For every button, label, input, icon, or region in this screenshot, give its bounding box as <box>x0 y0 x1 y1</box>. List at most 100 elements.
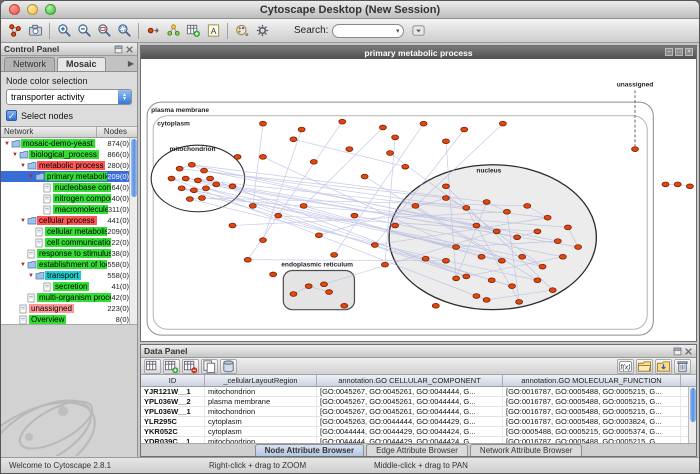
network-node[interactable] <box>662 182 669 187</box>
search-field[interactable]: ▾ <box>332 24 404 38</box>
close-panel-icon[interactable] <box>125 45 134 54</box>
network-node[interactable] <box>516 299 523 304</box>
network-node[interactable] <box>473 294 480 299</box>
table-row[interactable]: YJR121W__1mitochondrion[GO:0045267, GO:0… <box>141 387 696 397</box>
camera-icon[interactable] <box>25 21 45 41</box>
new-network-icon[interactable] <box>183 21 203 41</box>
network-node[interactable] <box>442 196 449 201</box>
table-icon[interactable] <box>144 359 161 374</box>
network-node[interactable] <box>559 254 566 259</box>
network-node[interactable] <box>260 238 267 243</box>
network-node[interactable] <box>442 184 449 189</box>
network-node[interactable] <box>178 186 185 191</box>
tree-row[interactable]: secretion41(0) <box>1 281 137 292</box>
network-node[interactable] <box>290 137 297 142</box>
network-node[interactable] <box>387 151 394 156</box>
tree-row[interactable]: unassigned223(0) <box>1 303 137 314</box>
network-node[interactable] <box>351 213 358 218</box>
network-node[interactable] <box>270 272 277 277</box>
search-input[interactable] <box>339 26 395 36</box>
network-node[interactable] <box>207 176 214 181</box>
network-node[interactable] <box>483 298 490 303</box>
tree-column-nodes[interactable]: Nodes <box>97 127 137 137</box>
tree-row[interactable]: cell communication22(0) <box>1 237 137 248</box>
network-node[interactable] <box>310 159 317 164</box>
network-node[interactable] <box>194 178 201 183</box>
expand-triangle-icon[interactable]: ▼ <box>19 262 27 268</box>
tree-row[interactable]: ▼transport558(0) <box>1 270 137 281</box>
network-node[interactable] <box>244 257 251 262</box>
network-node[interactable] <box>473 223 480 228</box>
network-node[interactable] <box>432 303 439 308</box>
network-node[interactable] <box>176 166 183 171</box>
graph-icon[interactable] <box>5 21 25 41</box>
float-panel-icon[interactable] <box>114 45 123 54</box>
search-dropdown-icon[interactable]: ▾ <box>396 27 400 35</box>
expand-triangle-icon[interactable]: ▼ <box>11 152 19 158</box>
table-column-header[interactable]: ID <box>141 375 205 386</box>
network-node[interactable] <box>461 127 468 132</box>
network-node[interactable] <box>534 229 541 234</box>
network-node[interactable] <box>499 121 506 126</box>
network-node[interactable] <box>234 155 241 160</box>
network-node[interactable] <box>361 174 368 179</box>
tree-row[interactable]: macromolecule311(0) <box>1 204 137 215</box>
network-node[interactable] <box>478 254 485 259</box>
network-node[interactable] <box>519 254 526 259</box>
copy-icon[interactable] <box>201 359 218 374</box>
tab-network[interactable]: Network <box>4 57 55 71</box>
network-node[interactable] <box>186 197 193 202</box>
network-node[interactable] <box>298 127 305 132</box>
network-node[interactable] <box>524 204 531 209</box>
network-node[interactable] <box>392 223 399 228</box>
tree-scrollbar[interactable] <box>129 138 137 324</box>
network-node[interactable] <box>168 176 175 181</box>
tree-row[interactable]: cellular metabolism209(0) <box>1 226 137 237</box>
network-node[interactable] <box>539 264 546 269</box>
hide-selected-icon[interactable] <box>143 21 163 41</box>
tree-row[interactable]: multi-organism process42(0) <box>1 292 137 303</box>
network-node[interactable] <box>686 184 693 189</box>
table-row[interactable]: YPL036W__1mitochondrion[GO:0045267, GO:0… <box>141 407 696 417</box>
network-node[interactable] <box>321 282 328 287</box>
formula-icon[interactable]: f(x) <box>617 359 634 374</box>
delete-column-icon[interactable] <box>182 359 199 374</box>
tab-scroll-right-icon[interactable]: ▶ <box>128 59 134 68</box>
network-node[interactable] <box>249 204 256 209</box>
first-neighbors-icon[interactable] <box>163 21 183 41</box>
network-node[interactable] <box>493 229 500 234</box>
search-options-icon[interactable] <box>408 21 428 41</box>
network-node[interactable] <box>549 288 556 293</box>
network-node[interactable] <box>229 184 236 189</box>
tree-row[interactable]: ▼biological_process866(0) <box>1 149 137 160</box>
network-node[interactable] <box>498 258 505 263</box>
zoom-selected-icon[interactable] <box>94 21 114 41</box>
network-node[interactable] <box>453 245 460 250</box>
network-node[interactable] <box>463 274 470 279</box>
window-titlebar[interactable]: Cytoscape Desktop (New Session) <box>1 1 699 19</box>
tree-row[interactable]: Overview8(0) <box>1 314 137 325</box>
tab-node-attribute-browser[interactable]: Node Attribute Browser <box>255 444 365 456</box>
open-folder-icon[interactable] <box>636 359 653 374</box>
network-node[interactable] <box>182 176 189 181</box>
tree-row[interactable]: ▼establishment of localization558(0) <box>1 259 137 270</box>
network-canvas[interactable]: plasma membranecytoplasmmitochondrionnuc… <box>141 59 696 341</box>
network-node[interactable] <box>422 256 429 261</box>
vizmapper-icon[interactable] <box>232 21 252 41</box>
expand-triangle-icon[interactable]: ▼ <box>19 218 27 224</box>
network-node[interactable] <box>554 239 561 244</box>
network-node[interactable] <box>371 243 378 248</box>
network-node[interactable] <box>412 204 419 209</box>
zoom-in-icon[interactable] <box>54 21 74 41</box>
node-color-dropdown[interactable]: transporter activity ▲▼ <box>6 89 132 105</box>
network-node[interactable] <box>260 121 267 126</box>
network-node[interactable] <box>514 235 521 240</box>
table-row[interactable]: YLR295Ccytoplasm[GO:0045263, GO:0044444,… <box>141 417 696 427</box>
zoom-fit-icon[interactable] <box>114 21 134 41</box>
network-node[interactable] <box>213 182 220 187</box>
network-node[interactable] <box>315 233 322 238</box>
network-node[interactable] <box>290 292 297 297</box>
settings-icon[interactable] <box>252 21 272 41</box>
network-node[interactable] <box>201 168 208 173</box>
expand-triangle-icon[interactable]: ▼ <box>27 273 35 279</box>
